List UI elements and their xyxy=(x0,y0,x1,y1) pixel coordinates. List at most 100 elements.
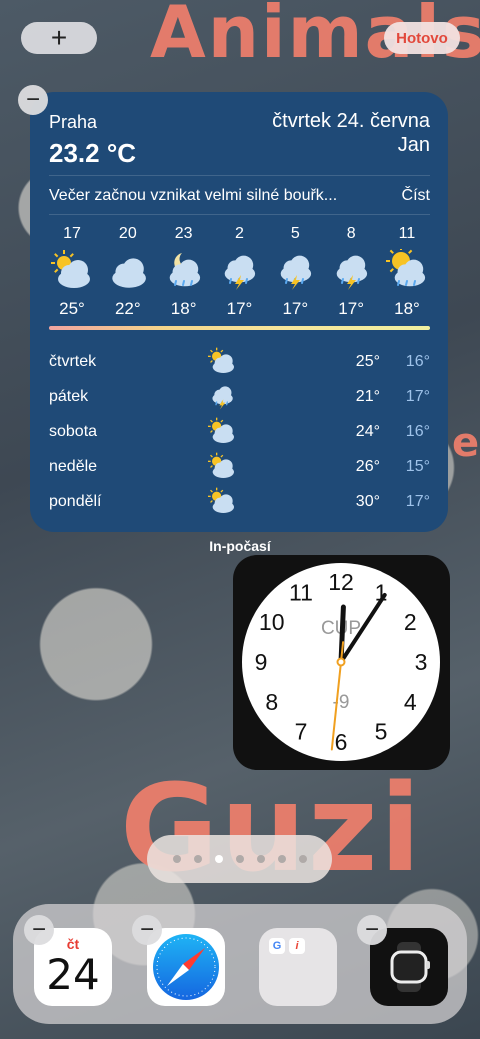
remove-calendar-button[interactable]: − xyxy=(24,915,54,945)
dock: čt 24 G i xyxy=(13,904,467,1024)
hour-label: 2 xyxy=(235,225,244,242)
day-low: 17° xyxy=(405,387,430,405)
remove-safari-button[interactable]: − xyxy=(132,915,162,945)
page-indicator[interactable] xyxy=(147,835,332,883)
hourly-item: 17 25° xyxy=(49,225,95,319)
thunderstorm-icon xyxy=(225,255,256,290)
cloud-icon xyxy=(112,258,146,288)
divider xyxy=(49,175,430,176)
hourly-item: 8 17° xyxy=(328,225,374,319)
clock-number: 3 xyxy=(415,649,428,675)
moon-cloud-rain-icon xyxy=(169,253,200,287)
page-dot[interactable] xyxy=(193,855,202,863)
clock-widget[interactable]: 121234567891011 CUP -9 xyxy=(233,555,450,770)
wallpaper-text-side: e xyxy=(452,420,480,466)
day-high: 21° xyxy=(355,387,380,405)
clock-number: 4 xyxy=(404,689,417,715)
day-high: 26° xyxy=(355,457,380,475)
daily-row: neděle 26° 15° xyxy=(49,449,430,484)
hourly-forecast: 17 25° 20 22° 23 18° 2 17° 5 17° 8 17° 11 18° xyxy=(49,225,430,319)
compass-icon xyxy=(153,934,219,1000)
clock-number: 7 xyxy=(295,718,308,744)
hourly-item: 20 22° xyxy=(105,225,151,319)
day-name: neděle xyxy=(49,457,98,475)
done-button[interactable]: Hotovo xyxy=(384,22,460,54)
weather-current-temperature: 23.2 °C xyxy=(49,138,137,168)
hourly-item: 5 17° xyxy=(272,225,318,319)
day-name: čtvrtek xyxy=(49,352,97,370)
page-dot[interactable] xyxy=(298,855,307,863)
clock-number: 6 xyxy=(335,729,348,755)
hour-temp: 17° xyxy=(282,299,309,318)
daily-row: pátek 21° 17° xyxy=(49,379,430,414)
remove-watch-button[interactable]: − xyxy=(357,915,387,945)
hour-label: 11 xyxy=(398,225,416,242)
weather-date: čtvrtek 24. června xyxy=(272,110,430,132)
sun-cloud-icon xyxy=(208,417,234,443)
page-dot[interactable] xyxy=(277,855,286,863)
thunderstorm-icon xyxy=(336,255,368,290)
hour-temp: 17° xyxy=(226,299,253,318)
hourly-item: 2 17° xyxy=(216,225,262,319)
sun-cloud-icon xyxy=(208,452,234,478)
daily-row: sobota 24° 16° xyxy=(49,414,430,449)
page-dot[interactable] xyxy=(172,855,181,863)
hourly-item: 11 18° xyxy=(384,225,430,319)
clock-number: 8 xyxy=(265,689,278,715)
day-name: sobota xyxy=(49,422,98,440)
clock-number: 5 xyxy=(375,718,388,744)
hour-temp: 25° xyxy=(59,299,85,318)
hour-temp: 22° xyxy=(114,299,141,318)
divider xyxy=(49,214,430,215)
hour-temp: 18° xyxy=(394,299,420,318)
weather-name-day: Jan xyxy=(397,134,430,156)
page-dot[interactable] xyxy=(214,855,223,863)
daily-forecast: čtvrtek 25° 16° pátek 21° 17° sobota 24° 16° n… xyxy=(49,344,430,519)
day-low: 15° xyxy=(405,457,430,475)
day-high: 25° xyxy=(355,352,380,370)
hour-temp: 17° xyxy=(338,299,364,318)
add-widget-button[interactable]: + xyxy=(21,22,97,54)
hour-label: 20 xyxy=(118,225,137,242)
day-name: pátek xyxy=(49,387,89,405)
info-icon: i xyxy=(289,938,305,954)
sun-cloud-icon xyxy=(51,250,90,288)
weather-city: Praha xyxy=(49,112,98,132)
thunderstorm-icon xyxy=(212,386,233,410)
google-icon: G xyxy=(269,938,285,954)
daily-row: čtvrtek 25° 16° xyxy=(49,344,430,379)
clock-number: 2 xyxy=(404,609,417,635)
clock-center-pin xyxy=(336,657,346,667)
remove-weather-widget-button[interactable]: − xyxy=(18,85,48,115)
hour-label: 23 xyxy=(174,225,193,242)
weather-read-link[interactable]: Číst xyxy=(402,187,430,205)
day-high: 30° xyxy=(355,492,380,510)
page-dot[interactable] xyxy=(235,855,244,863)
weather-alert-text: Večer začnou vznikat velmi silné bouřk..… xyxy=(49,187,338,204)
hourly-item: 23 18° xyxy=(161,225,207,319)
hour-label: 8 xyxy=(346,225,356,242)
hour-label: 5 xyxy=(290,225,300,242)
google-folder-icon[interactable]: G i xyxy=(259,928,337,1006)
sun-cloud-rain-icon xyxy=(385,249,426,287)
daily-row: pondělí 30° 17° xyxy=(49,484,430,519)
day-high: 24° xyxy=(355,422,380,440)
clock-number: 12 xyxy=(328,569,354,595)
day-low: 17° xyxy=(405,492,430,510)
hour-label: 17 xyxy=(63,225,81,242)
clock-number: 10 xyxy=(259,609,285,635)
calendar-date: 24 xyxy=(46,950,100,999)
temperature-gradient-bar xyxy=(49,326,430,330)
clock-number: 9 xyxy=(255,649,268,675)
safari-app-icon[interactable] xyxy=(147,928,225,1006)
weather-widget-caption: In-počasí xyxy=(209,538,271,554)
day-low: 16° xyxy=(405,422,430,440)
clock-face: 121234567891011 CUP -9 xyxy=(242,563,440,761)
hour-temp: 18° xyxy=(170,299,197,318)
thunderstorm-icon xyxy=(281,255,312,290)
page-dot[interactable] xyxy=(256,855,265,863)
weather-widget[interactable]: Praha 23.2 °C čtvrtek 24. června Jan Več… xyxy=(30,92,448,532)
sun-cloud-icon xyxy=(208,347,234,373)
sun-cloud-icon xyxy=(208,487,234,513)
clock-number: 11 xyxy=(289,580,313,606)
